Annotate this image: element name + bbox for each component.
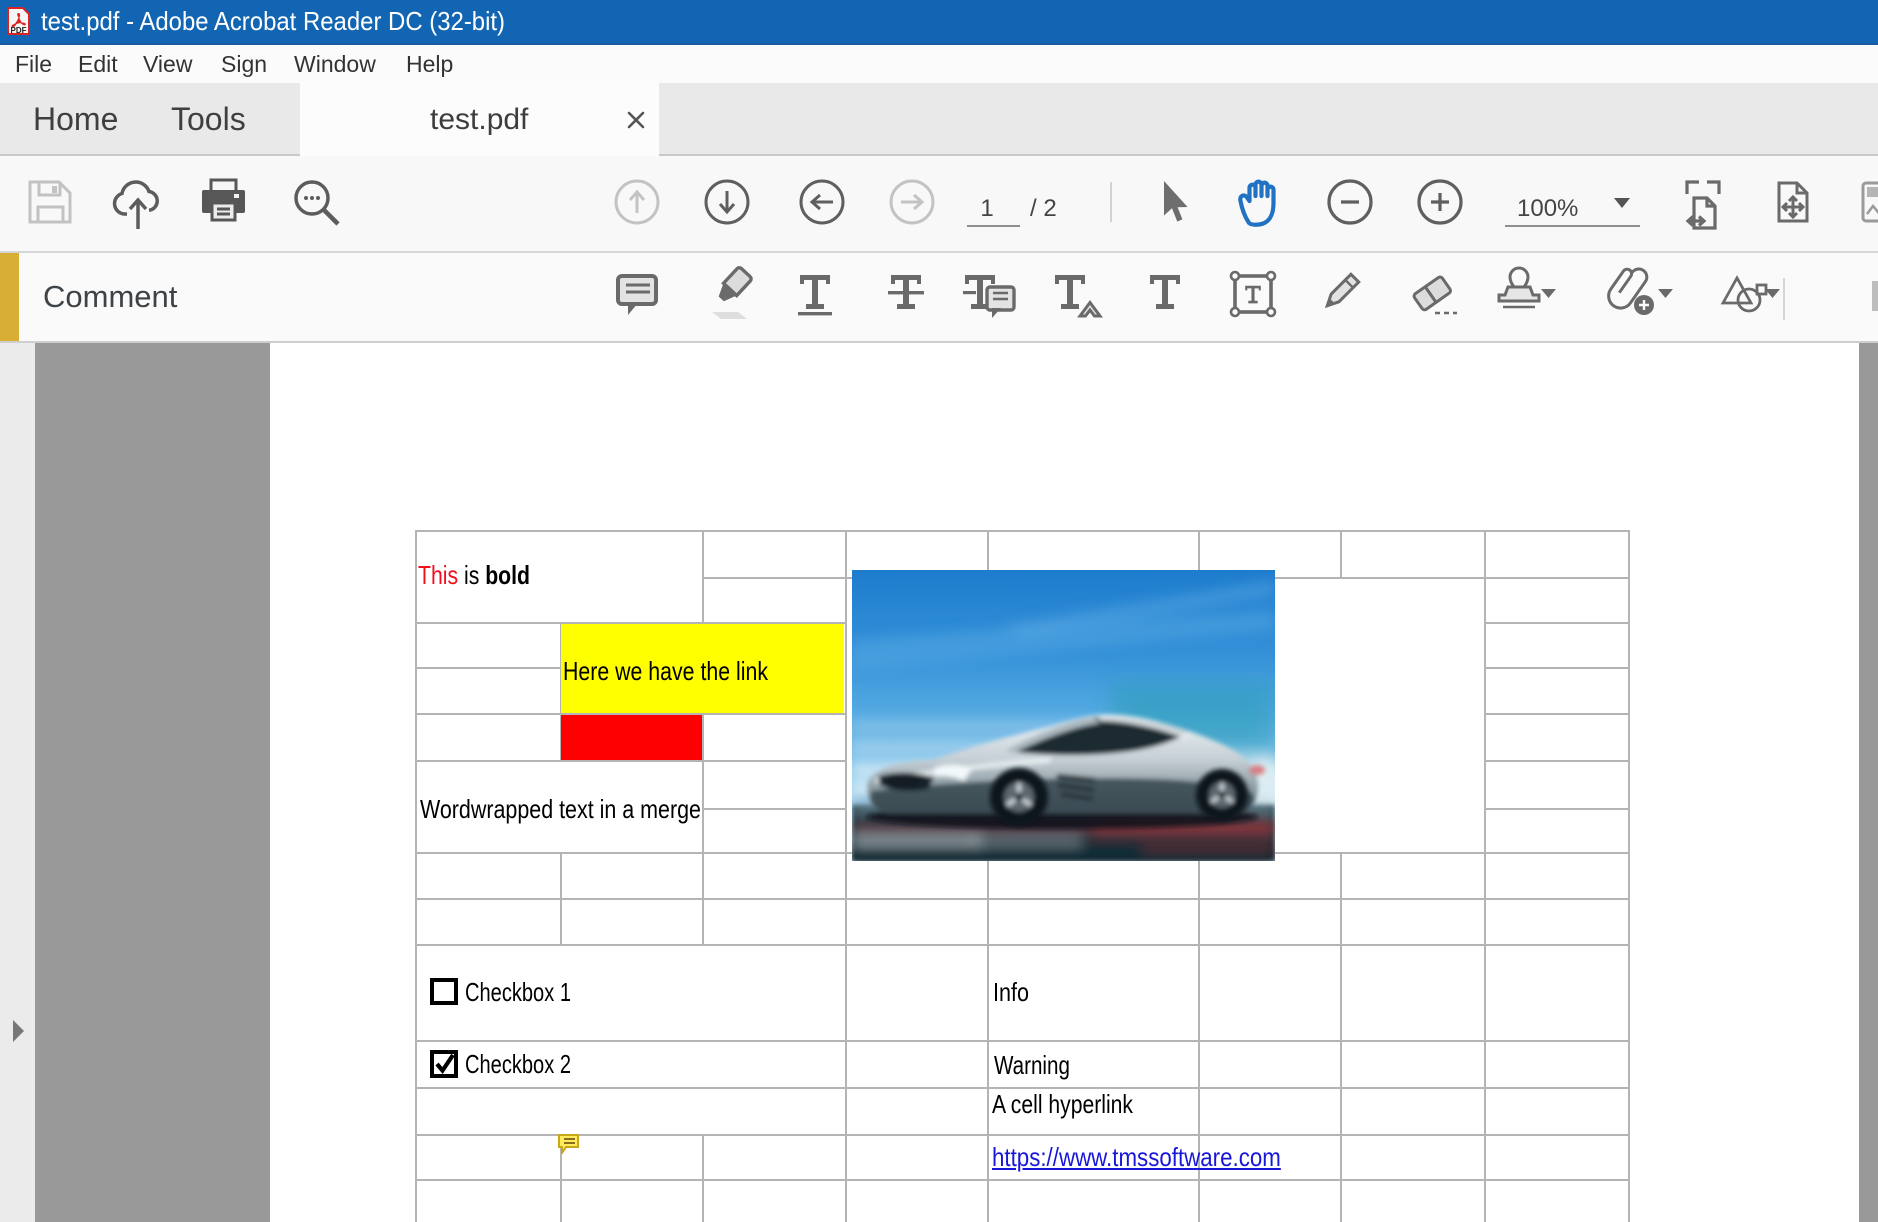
svg-text:1: 1 <box>980 195 993 222</box>
svg-text:PDF: PDF <box>11 26 27 35</box>
svg-text:/ 2: / 2 <box>1030 195 1057 222</box>
svg-text:100%: 100% <box>1517 195 1578 222</box>
